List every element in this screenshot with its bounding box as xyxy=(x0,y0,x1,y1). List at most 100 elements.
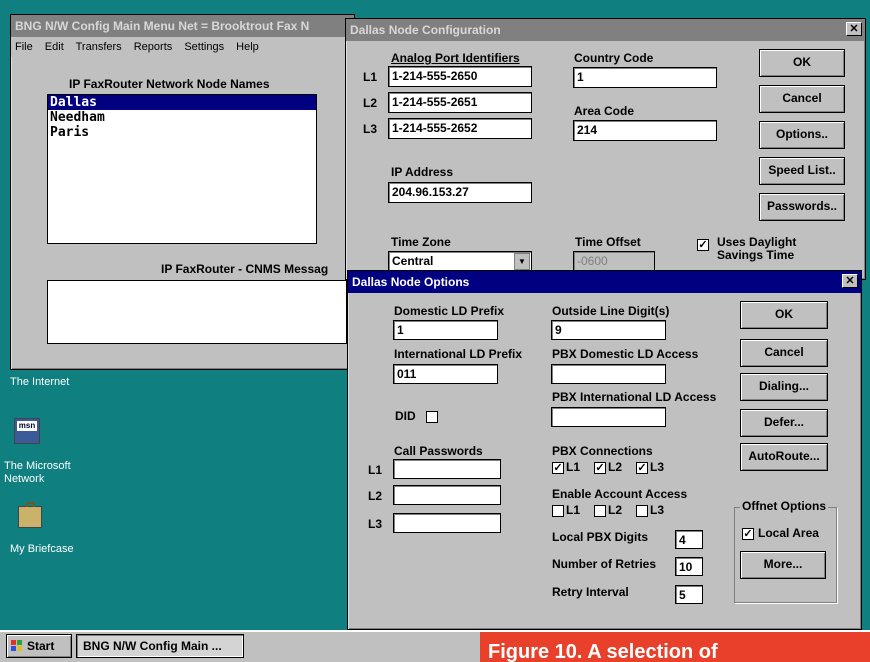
options-dialing-button[interactable]: Dialing... xyxy=(740,373,828,401)
node-names-label: IP FaxRouter Network Node Names xyxy=(69,77,270,91)
pbx-domestic-label: PBX Domestic LD Access xyxy=(552,347,699,361)
offnet-more-button[interactable]: More... xyxy=(740,551,826,579)
pbx-l3-checkbox[interactable]: ✓ xyxy=(636,462,648,474)
time-offset-label: Time Offset xyxy=(575,235,641,249)
line-label: L3 xyxy=(363,122,378,136)
menu-transfers[interactable]: Transfers xyxy=(76,41,122,53)
cnms-message-box[interactable] xyxy=(47,280,347,344)
country-code-label: Country Code xyxy=(574,51,654,65)
acct-l3-checkbox[interactable] xyxy=(636,505,648,517)
menu-bar: File Edit Transfers Reports Settings Hel… xyxy=(11,37,354,57)
options-cancel-button[interactable]: Cancel xyxy=(740,339,828,367)
close-icon[interactable]: ✕ xyxy=(846,22,862,36)
menu-file[interactable]: File xyxy=(15,41,33,53)
figure-caption: Figure 10. A selection of xyxy=(480,632,870,662)
pbx-international-input[interactable] xyxy=(551,407,666,427)
l2-port-input[interactable]: 1-214-555-2651 xyxy=(388,92,532,113)
l1-password-input[interactable] xyxy=(393,459,501,479)
time-zone-select[interactable]: Central xyxy=(388,251,532,272)
ip-address-input[interactable]: 204.96.153.27 xyxy=(388,182,532,203)
pbx-l3-label: L3 xyxy=(650,460,665,474)
chevron-down-icon[interactable]: ▼ xyxy=(514,253,530,270)
l3-password-input[interactable] xyxy=(393,513,501,533)
pbx-domestic-input[interactable] xyxy=(551,364,666,384)
node-options-dialog: Dallas Node Options ✕ Domestic LD Prefix… xyxy=(347,270,862,630)
offnet-options-label: Offnet Options xyxy=(740,499,828,513)
pbx-connections-label: PBX Connections xyxy=(552,444,653,458)
main-window: BNG N/W Config Main Menu Net = Brooktrou… xyxy=(10,14,355,370)
retry-interval-label: Retry Interval xyxy=(552,585,629,599)
menu-help[interactable]: Help xyxy=(236,41,259,53)
local-area-checkbox[interactable]: ✓ xyxy=(742,528,754,540)
node-list[interactable]: Dallas Needham Paris xyxy=(47,94,317,244)
pbx-international-label: PBX International LD Access xyxy=(552,390,717,404)
retries-input[interactable]: 10 xyxy=(675,557,703,576)
daylight-savings-checkbox[interactable]: ✓ xyxy=(697,239,709,251)
acct-l1-label: L1 xyxy=(566,503,581,517)
enable-account-label: Enable Account Access xyxy=(552,487,688,501)
time-offset-input[interactable]: -0600 xyxy=(573,251,655,272)
msn-icon[interactable]: msn xyxy=(14,418,40,444)
config-options-button[interactable]: Options.. xyxy=(759,121,845,149)
node-list-item[interactable]: Paris xyxy=(48,125,316,140)
briefcase-icon[interactable] xyxy=(18,502,42,528)
l3-port-input[interactable]: 1-214-555-2652 xyxy=(388,118,532,139)
country-code-input[interactable]: 1 xyxy=(573,67,717,88)
taskbar-task-button[interactable]: BNG N/W Config Main ... xyxy=(76,634,244,658)
windows-flag-icon xyxy=(11,640,23,652)
cnms-label: IP FaxRouter - CNMS Messag xyxy=(161,262,329,276)
domestic-ld-label: Domestic LD Prefix xyxy=(394,304,505,318)
l2-password-input[interactable] xyxy=(393,485,501,505)
desktop-icon-label-briefcase[interactable]: My Briefcase xyxy=(10,543,74,555)
menu-settings[interactable]: Settings xyxy=(184,41,224,53)
local-area-label: Local Area xyxy=(758,526,819,540)
menu-reports[interactable]: Reports xyxy=(134,41,173,53)
config-ok-button[interactable]: OK xyxy=(759,49,845,77)
area-code-label: Area Code xyxy=(574,104,635,118)
acct-l3-label: L3 xyxy=(650,503,665,517)
time-zone-label: Time Zone xyxy=(391,235,451,249)
call-passwords-label: Call Passwords xyxy=(394,444,483,458)
node-options-title[interactable]: Dallas Node Options xyxy=(348,271,861,293)
area-code-input[interactable]: 214 xyxy=(573,120,717,141)
options-autoroute-button[interactable]: AutoRoute... xyxy=(740,443,828,471)
config-speed-list-button[interactable]: Speed List.. xyxy=(759,157,845,185)
node-config-dialog: Dallas Node Configuration ✕ Analog Port … xyxy=(345,18,866,280)
did-label: DID xyxy=(395,409,416,423)
node-list-item[interactable]: Dallas xyxy=(48,95,316,110)
analog-port-label: Analog Port Identifiers xyxy=(391,51,520,65)
node-config-title[interactable]: Dallas Node Configuration xyxy=(346,19,865,41)
node-list-item[interactable]: Needham xyxy=(48,110,316,125)
outside-line-input[interactable]: 9 xyxy=(551,320,666,340)
desktop-icon-label-internet[interactable]: The Internet xyxy=(10,376,69,388)
international-ld-label: International LD Prefix xyxy=(394,347,523,361)
pw-line-label: L2 xyxy=(368,489,383,503)
main-window-title[interactable]: BNG N/W Config Main Menu Net = Brooktrou… xyxy=(11,15,354,37)
domestic-ld-input[interactable]: 1 xyxy=(393,320,498,340)
options-defer-button[interactable]: Defer... xyxy=(740,409,828,437)
l1-port-input[interactable]: 1-214-555-2650 xyxy=(388,66,532,87)
ip-address-label: IP Address xyxy=(391,165,454,179)
line-label: L2 xyxy=(363,96,378,110)
daylight-savings-label: Uses Daylight Savings Time xyxy=(717,235,797,262)
acct-l1-checkbox[interactable] xyxy=(552,505,564,517)
pbx-l2-checkbox[interactable]: ✓ xyxy=(594,462,606,474)
config-passwords-button[interactable]: Passwords.. xyxy=(759,193,845,221)
local-pbx-digits-input[interactable]: 4 xyxy=(675,530,703,549)
did-checkbox[interactable] xyxy=(426,411,438,423)
config-cancel-button[interactable]: Cancel xyxy=(759,85,845,113)
retries-label: Number of Retries xyxy=(552,557,657,571)
desktop-icon-label-msn[interactable]: The Microsoft Network xyxy=(4,460,90,486)
menu-edit[interactable]: Edit xyxy=(45,41,64,53)
close-icon[interactable]: ✕ xyxy=(842,274,858,288)
outside-line-label: Outside Line Digit(s) xyxy=(552,304,670,318)
pbx-l1-checkbox[interactable]: ✓ xyxy=(552,462,564,474)
pbx-l2-label: L2 xyxy=(608,460,623,474)
local-pbx-digits-label: Local PBX Digits xyxy=(552,530,649,544)
line-label: L1 xyxy=(363,70,378,84)
retry-interval-input[interactable]: 5 xyxy=(675,585,703,604)
international-ld-input[interactable]: 011 xyxy=(393,364,498,384)
pw-line-label: L3 xyxy=(368,517,383,531)
options-ok-button[interactable]: OK xyxy=(740,301,828,329)
acct-l2-checkbox[interactable] xyxy=(594,505,606,517)
